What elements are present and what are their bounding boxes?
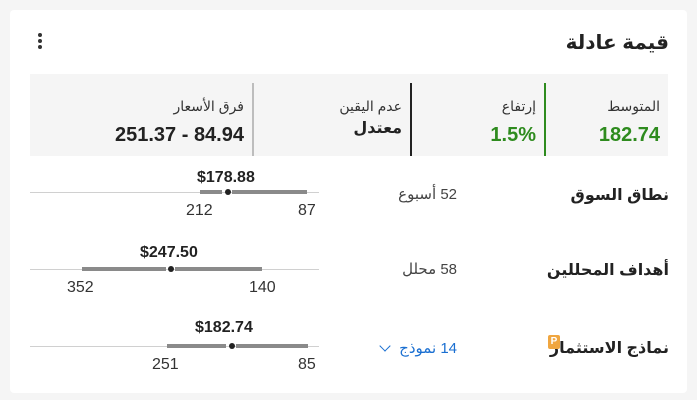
- card-title: قيمة عادلة: [565, 32, 669, 54]
- stat-value: 182.74: [598, 124, 660, 146]
- stat-value: 84.94 - 251.37: [114, 124, 244, 146]
- stats-strip: المتوسط 182.74 إرتفاع 1.5% عدم اليقين مع…: [30, 74, 668, 156]
- range-high-label: 212: [186, 202, 213, 219]
- stat-label: فرق الأسعار: [173, 98, 244, 114]
- row-sub: 58 محلل: [402, 261, 457, 278]
- stat-value: معتدل: [353, 120, 402, 137]
- row-investment-models: نماذج الاستثمار P 14 نموذج $182.74 251 8…: [10, 319, 687, 382]
- range-marker: [229, 343, 235, 349]
- stat-average: المتوسط 182.74: [544, 74, 668, 156]
- stat-divider: [252, 83, 254, 156]
- range-bar: $182.74 251 85: [30, 319, 319, 382]
- chevron-down-icon[interactable]: [379, 340, 391, 352]
- more-vertical-icon[interactable]: [32, 31, 48, 55]
- range-low-label: 87: [298, 202, 316, 219]
- row-market-range: نطاق السوق 52 أسبوع $178.88 212 87: [10, 169, 687, 230]
- models-dropdown[interactable]: 14 نموذج: [399, 339, 457, 357]
- stat-label: عدم اليقين: [339, 98, 402, 114]
- row-sub: 52 أسبوع: [398, 186, 457, 203]
- range-marker: [168, 266, 174, 272]
- stat-upside: إرتفاع 1.5%: [410, 74, 544, 156]
- range-bar: $178.88 212 87: [30, 169, 319, 230]
- stat-label: المتوسط: [607, 98, 660, 114]
- stat-label: إرتفاع: [501, 98, 536, 114]
- range-bar: $247.50 352 140: [30, 244, 319, 306]
- fair-value-card: قيمة عادلة المتوسط 182.74 إرتفاع 1.5% عد…: [10, 10, 687, 393]
- row-label: نطاق السوق: [570, 187, 669, 204]
- stat-divider: [410, 83, 412, 156]
- range-price: $182.74: [195, 319, 253, 336]
- range-low-label: 140: [249, 279, 276, 296]
- row-label: نماذج الاستثمار: [549, 340, 669, 357]
- range-high-label: 251: [152, 356, 179, 373]
- range-price: $247.50: [140, 244, 198, 261]
- stat-price-range: فرق الأسعار 84.94 - 251.37: [30, 74, 252, 156]
- range-high-label: 352: [67, 279, 94, 296]
- premium-badge-icon: P: [548, 335, 560, 349]
- range-price: $178.88: [197, 169, 255, 186]
- range-low-label: 85: [298, 356, 316, 373]
- range-marker: [225, 189, 231, 195]
- stat-divider: [544, 83, 546, 156]
- stat-value: 1.5%: [490, 124, 536, 146]
- row-label: أهداف المحللين: [546, 262, 669, 279]
- row-analyst-targets: أهداف المحللين 58 محلل $247.50 352 140: [10, 244, 687, 306]
- stat-uncertainty: عدم اليقين معتدل: [252, 74, 410, 156]
